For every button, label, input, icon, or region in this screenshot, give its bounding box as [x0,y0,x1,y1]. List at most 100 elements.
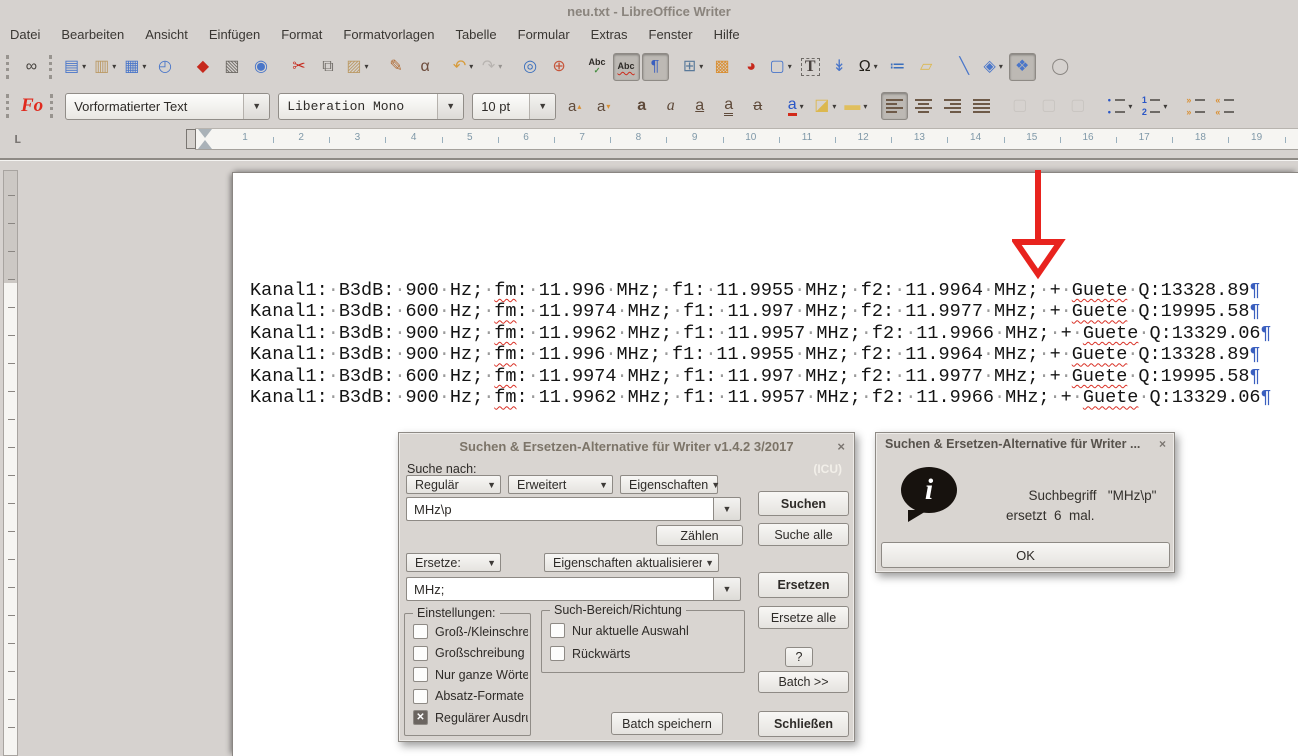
suche-alle-button[interactable]: Suche alle [758,523,849,546]
menu-extras[interactable]: Extras [591,27,628,42]
chevron-down-icon[interactable]: ▾ [82,62,86,71]
ersetze-dropdown[interactable]: Ersetze:▼ [406,553,501,572]
chevron-down-icon[interactable]: ▼ [243,94,269,119]
chevron-down-icon[interactable]: ▾ [1163,102,1167,111]
properties-dropdown[interactable]: Eigenschaften▼ [620,475,718,494]
underline-icon[interactable]: a [686,92,713,120]
chevron-down-icon[interactable]: ▾ [112,62,116,71]
insert-frame-icon[interactable]: ▢▾ [767,53,795,81]
left-indent-marker[interactable] [198,140,212,149]
chevron-down-icon[interactable]: ▾ [863,102,867,111]
horizontal-ruler[interactable]: 12345678910111213141516171819 [195,128,1298,150]
print-preview-icon[interactable]: ◉ [247,53,274,81]
chevron-down-icon[interactable]: ▼ [713,497,741,521]
export-pdf-icon[interactable]: ◆ [189,53,216,81]
checkbox[interactable] [550,623,565,638]
toolbar-grip[interactable] [6,94,14,118]
paragraph-background-color-icon[interactable]: ▬▾ [841,92,870,120]
menu-datei[interactable]: Datei [10,27,40,42]
batch-speichern-button[interactable]: Batch speichern [611,712,723,735]
formatting-marks-icon[interactable]: ¶ [642,53,669,81]
double-underline-icon[interactable]: a [715,92,742,120]
navigator-icon[interactable]: ⊕ [546,53,573,81]
paste-icon[interactable]: ▨▾ [343,53,371,81]
menu-fenster[interactable]: Fenster [649,27,693,42]
update-properties-dropdown[interactable]: Eigenschaften aktualisierer▼ [544,553,719,572]
copy-icon[interactable]: ⧉ [314,53,341,81]
redo-icon[interactable]: ↷▾ [479,53,506,81]
insert-text-box-icon[interactable]: T [797,53,824,81]
disabled-tool-2-icon[interactable]: ▢ [1035,92,1062,120]
insert-line-icon[interactable]: ╲ [951,53,978,81]
clone-formatting-icon[interactable]: ✎ [383,53,410,81]
schliessen-button[interactable]: Schließen [758,711,849,737]
indent-marker-box[interactable] [186,129,196,149]
undo-icon[interactable]: ↶▾ [450,53,477,81]
open-icon[interactable]: ▥▾ [91,53,119,81]
font-color-icon[interactable]: a▾ [782,92,809,120]
find-toolbar-icon[interactable]: ∞ [18,53,45,81]
zaehlen-button[interactable]: Zählen [656,525,743,546]
increase-font-size-icon[interactable]: a▴ [561,92,588,120]
chevron-down-icon[interactable]: ▾ [142,62,146,71]
checkbox[interactable] [413,667,428,682]
menu-formular[interactable]: Formular [518,27,570,42]
checkbox[interactable] [413,624,428,639]
italic-icon[interactable]: a [657,92,684,120]
regular-dropdown[interactable]: Regulär▼ [406,475,501,494]
replace-input[interactable] [406,577,713,601]
first-line-indent-marker[interactable] [198,129,212,138]
decrease-font-size-icon[interactable]: a▾ [590,92,617,120]
cut-icon[interactable]: ✂ [285,53,312,81]
menu-hilfe[interactable]: Hilfe [714,27,740,42]
ersetze-alle-button[interactable]: Ersetze alle [758,606,849,629]
alt-search-icon[interactable]: Fo [18,92,46,120]
bullet-list-icon[interactable]: ••▾ [1102,92,1135,120]
checkbox[interactable] [550,646,565,661]
suchen-button[interactable]: Suchen [758,491,849,516]
chevron-down-icon[interactable]: ▾ [788,62,792,71]
help-button[interactable]: ? [785,647,813,667]
tab-stop-selector[interactable]: L [14,133,21,147]
chevron-down-icon[interactable]: ▼ [713,577,741,601]
gallery-icon[interactable]: ◯ [1047,53,1074,81]
menu-einfügen[interactable]: Einfügen [209,27,260,42]
align-right-icon[interactable] [939,92,966,120]
chevron-down-icon[interactable]: ▾ [699,62,703,71]
align-left-icon[interactable] [881,92,908,120]
toolbar-grip[interactable] [6,55,14,79]
auto-spellcheck-icon[interactable]: Abc [613,53,640,81]
menu-bearbeiten[interactable]: Bearbeiten [61,27,124,42]
menu-format[interactable]: Format [281,27,322,42]
menu-ansicht[interactable]: Ansicht [145,27,188,42]
align-justified-icon[interactable] [968,92,995,120]
chevron-down-icon[interactable]: ▼ [437,94,463,119]
chevron-down-icon[interactable]: ▼ [529,94,555,119]
paragraph-style-combo[interactable]: Vorformatierter Text ▼ [65,93,270,120]
show-draw-functions-icon[interactable]: ❖ [1009,53,1036,81]
insert-chart-icon[interactable]: ◕ [738,53,765,81]
insert-field-icon[interactable]: ≔ [884,53,911,81]
ok-button[interactable]: OK [881,542,1170,568]
spelling-icon[interactable]: Abc✓ [584,53,611,81]
search-input[interactable] [406,497,713,521]
find-and-replace-icon[interactable]: ◎ [517,53,544,81]
toolbar-grip[interactable] [50,94,58,118]
font-size-combo[interactable]: 10 pt ▼ [472,93,556,120]
batch-button[interactable]: Batch >> [758,671,849,693]
chevron-down-icon[interactable]: ▾ [1128,102,1132,111]
bold-icon[interactable]: a [628,92,655,120]
menu-tabelle[interactable]: Tabelle [455,27,496,42]
chevron-down-icon[interactable]: ▾ [365,62,369,71]
highlighting-color-icon[interactable]: ◪▾ [811,92,839,120]
vertical-ruler[interactable] [3,170,18,756]
ersetzen-button[interactable]: Ersetzen [758,572,849,598]
disabled-tool-1-icon[interactable]: ▢ [1006,92,1033,120]
chevron-down-icon[interactable]: ▾ [800,102,804,111]
chevron-down-icon[interactable]: ▾ [832,102,836,111]
align-center-icon[interactable] [910,92,937,120]
chevron-down-icon[interactable]: ▾ [498,62,502,71]
decrease-indent-icon[interactable]: «« [1210,92,1237,120]
document-text[interactable]: Kanal1:·B3dB:·900·Hz;·fm:·11.996·MHz;·f1… [250,280,1272,409]
menu-formatvorlagen[interactable]: Formatvorlagen [343,27,434,42]
